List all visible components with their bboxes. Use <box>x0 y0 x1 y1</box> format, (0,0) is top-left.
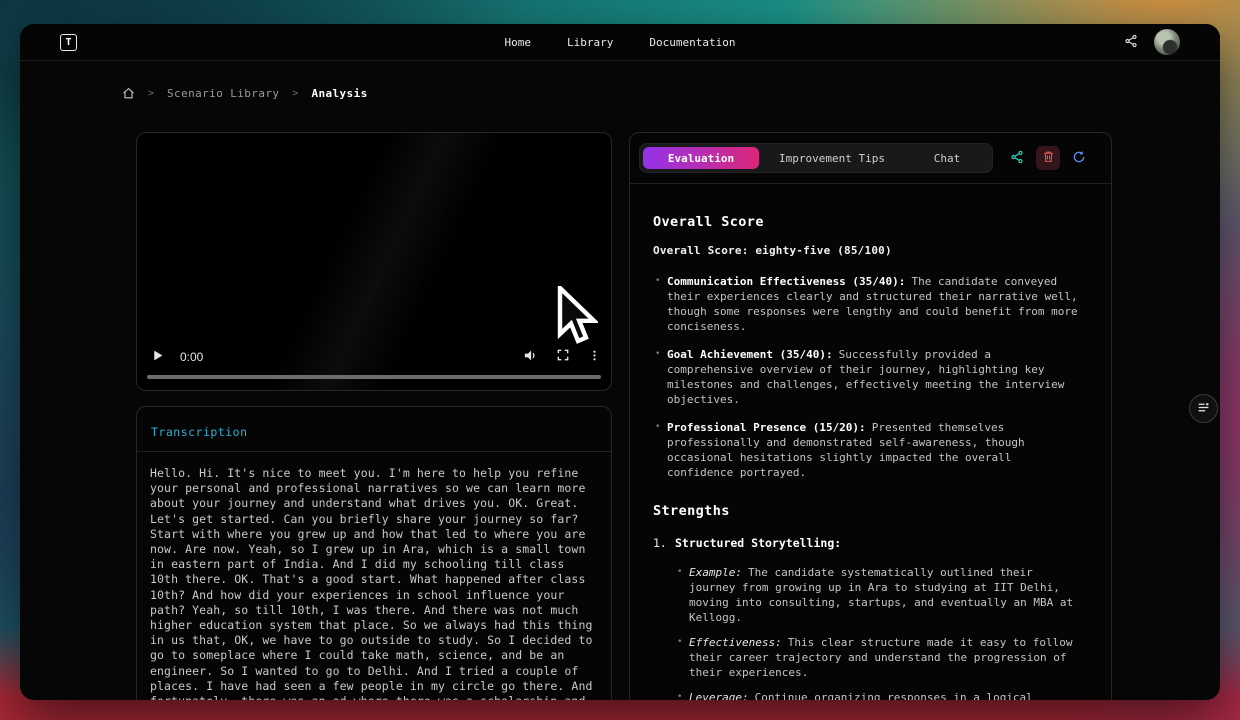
overall-score-heading: Overall Score <box>653 214 1083 230</box>
app-logo-letter: T <box>65 37 71 48</box>
evaluation-panel-header: Evaluation Improvement Tips Chat <box>630 133 1111 184</box>
overall-score-value: Overall Score: eighty-five (85/100) <box>653 244 1083 257</box>
criterion-item: • Goal Achievement (35/40):Successfully … <box>653 347 1083 407</box>
main-nav: Home Library Documentation <box>20 24 1220 60</box>
share-evaluation-button[interactable] <box>1005 146 1029 170</box>
breadcrumb-current-analysis: Analysis <box>311 87 367 100</box>
strength-item: 1. Structured Storytelling: <box>653 536 1083 551</box>
share-icon <box>1010 150 1024 167</box>
transcription-panel: Transcription Hello. Hi. It's nice to me… <box>136 406 612 700</box>
point-text: The candidate systematically outlined th… <box>689 566 1073 624</box>
app-window: T Home Library Documentation <box>20 24 1220 700</box>
content-area: 0:00 <box>136 132 1112 700</box>
play-button[interactable] <box>151 349 164 365</box>
home-icon[interactable] <box>122 87 135 100</box>
side-panel-toggle-button[interactable] <box>1189 394 1218 423</box>
strength-point: • Effectiveness:This clear structure mad… <box>675 635 1083 680</box>
bullet-icon: • <box>675 635 689 680</box>
strength-points: • Example:The candidate systematically o… <box>653 565 1083 700</box>
strength-number: 1. <box>653 536 675 551</box>
transcription-text: Hello. Hi. It's nice to meet you. I'm he… <box>137 452 611 700</box>
video-progress-bar[interactable] <box>147 375 601 379</box>
tab-list: Evaluation Improvement Tips Chat <box>639 143 993 173</box>
criterion-item: • Communication Effectiveness (35/40):Th… <box>653 274 1083 334</box>
nav-item-documentation[interactable]: Documentation <box>649 36 735 49</box>
evaluation-content: Overall Score Overall Score: eighty-five… <box>630 184 1111 700</box>
bullet-icon: • <box>653 347 667 407</box>
tab-improvement-tips[interactable]: Improvement Tips <box>759 147 905 169</box>
criterion-title: Goal Achievement (35/40): <box>667 348 833 361</box>
delete-evaluation-button[interactable] <box>1036 146 1060 170</box>
evaluation-panel: Evaluation Improvement Tips Chat <box>629 132 1112 700</box>
point-label: Example: <box>689 566 742 579</box>
bullet-icon: • <box>675 565 689 625</box>
strengths-heading: Strengths <box>653 503 1083 519</box>
kebab-menu-icon <box>588 349 601 365</box>
volume-icon <box>523 348 538 366</box>
strength-title: Structured Storytelling: <box>675 536 841 551</box>
video-overflow-menu-button[interactable] <box>588 349 601 365</box>
transcription-header: Transcription <box>137 407 611 452</box>
right-column: Evaluation Improvement Tips Chat <box>629 132 1112 700</box>
criteria-list: • Communication Effectiveness (35/40):Th… <box>653 274 1083 480</box>
nav-item-library[interactable]: Library <box>567 36 613 49</box>
refresh-icon <box>1072 150 1086 167</box>
tab-chat[interactable]: Chat <box>905 147 989 169</box>
share-icon <box>1124 34 1138 51</box>
criterion-title: Professional Presence (15/20): <box>667 421 866 434</box>
share-button[interactable] <box>1124 34 1138 51</box>
play-icon <box>151 349 164 365</box>
video-player[interactable]: 0:00 <box>136 132 612 391</box>
fullscreen-icon <box>556 348 570 365</box>
point-label: Effectiveness: <box>689 636 782 649</box>
nav-right-group <box>1124 29 1180 55</box>
breadcrumb: > Scenario Library > Analysis <box>20 61 1220 100</box>
fullscreen-button[interactable] <box>556 348 570 365</box>
top-navbar: T Home Library Documentation <box>20 24 1220 61</box>
breadcrumb-scenario-library[interactable]: Scenario Library <box>167 87 279 100</box>
desktop-background: T Home Library Documentation <box>0 0 1240 720</box>
left-column: 0:00 <box>136 132 612 700</box>
tab-evaluation[interactable]: Evaluation <box>643 147 759 169</box>
criterion-title: Communication Effectiveness (35/40): <box>667 275 905 288</box>
strength-point: • Example:The candidate systematically o… <box>675 565 1083 625</box>
bullet-icon: • <box>653 274 667 334</box>
app-logo[interactable]: T <box>60 34 77 51</box>
video-controls: 0:00 <box>147 342 601 372</box>
breadcrumb-separator: > <box>292 88 298 99</box>
bullet-icon: • <box>653 420 667 480</box>
user-avatar[interactable] <box>1154 29 1180 55</box>
point-label: Leverage: <box>689 691 749 700</box>
volume-button[interactable] <box>523 348 538 366</box>
transcription-title: Transcription <box>151 425 248 439</box>
criterion-item: • Professional Presence (15/20):Presente… <box>653 420 1083 480</box>
panel-actions <box>1005 146 1091 170</box>
trash-icon <box>1042 150 1055 166</box>
breadcrumb-separator: > <box>148 88 154 99</box>
nav-item-home[interactable]: Home <box>505 36 532 49</box>
video-time: 0:00 <box>180 350 203 364</box>
bullet-icon: • <box>675 690 689 700</box>
strength-point: • Leverage:Continue organizing responses… <box>675 690 1083 700</box>
list-lines-icon <box>1197 401 1210 417</box>
refresh-evaluation-button[interactable] <box>1067 146 1091 170</box>
